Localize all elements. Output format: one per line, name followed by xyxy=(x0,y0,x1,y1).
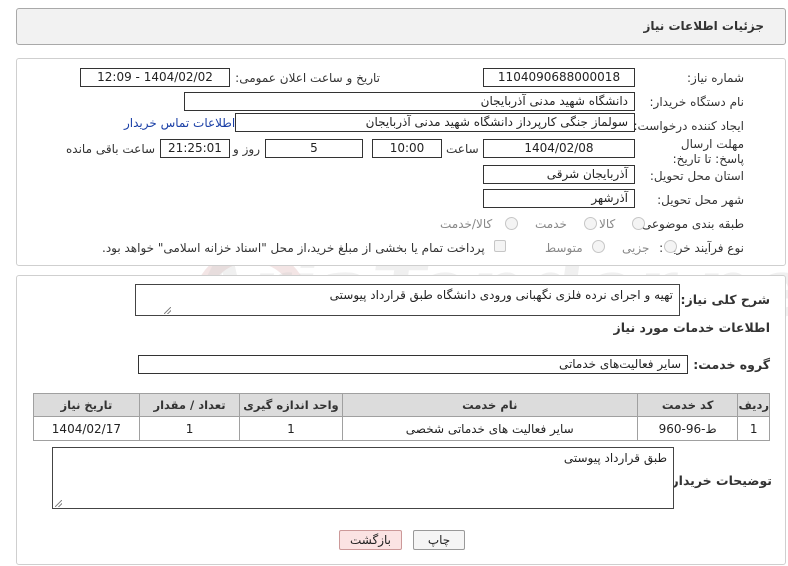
province-field: آذربایجان شرقی xyxy=(483,165,635,184)
deadline-label: مهلت ارسال پاسخ: تا تاریخ: xyxy=(672,137,744,166)
col-quantity: تعداد / مقدار xyxy=(138,393,241,417)
treasury-payment-note: پرداخت تمام یا بخشی از مبلغ خرید،از محل … xyxy=(102,241,485,255)
category-label: طبقه بندی موضوعی: xyxy=(637,217,744,231)
buyer-org-field: دانشگاه شهید مدنی آذربایجان xyxy=(184,92,635,111)
buyer-notes-resize-grip[interactable] xyxy=(55,500,62,507)
cell-unit: 1 xyxy=(239,416,343,441)
process-minor-radio[interactable] xyxy=(664,240,677,253)
buyer-org-label: نام دستگاه خریدار: xyxy=(649,95,745,109)
table-row: 1 ط-96-960 سایر فعالیت های خدماتی شخصی 1… xyxy=(33,416,770,441)
summary-text: تهیه و اجرای نرده فلزی نگهبانی ورودی دان… xyxy=(329,288,673,302)
col-service-code: کد خدمت xyxy=(636,393,739,417)
cell-quantity: 1 xyxy=(138,416,241,441)
province-label: استان محل تحویل: xyxy=(649,169,744,183)
deadline-time-field: 10:00 xyxy=(372,139,442,158)
col-need-date: تاریخ نیاز xyxy=(33,393,140,417)
deadline-time-label: ساعت xyxy=(446,142,479,156)
summary-resize-grip[interactable] xyxy=(164,307,171,314)
deadline-date-field: 1404/02/08 xyxy=(483,139,635,158)
col-row-number: ردیف xyxy=(737,393,770,417)
cell-need-date: 1404/02/17 xyxy=(33,416,140,441)
city-label: شهر محل تحویل: xyxy=(657,193,744,207)
announce-date-label: تاریخ و ساعت اعلان عمومی: xyxy=(235,71,380,85)
buyer-notes-label: توضیحات خریدار: xyxy=(666,473,772,488)
cell-row-number: 1 xyxy=(737,416,770,441)
process-medium-radio[interactable] xyxy=(592,240,605,253)
back-button[interactable]: بازگشت xyxy=(339,530,402,550)
summary-label: شرح کلی نیاز: xyxy=(680,292,770,307)
process-minor-label: جزیی xyxy=(622,241,650,255)
creator-field: سولماز جنگی کارپرداز دانشگاه شهید مدنی آ… xyxy=(235,113,635,132)
buyer-contact-link[interactable]: اطلاعات تماس خریدار xyxy=(124,116,235,130)
remaining-time-label: ساعت باقی مانده xyxy=(66,142,156,156)
cell-service-code: ط-96-960 xyxy=(636,416,739,441)
service-group-label: گروه خدمت: xyxy=(693,357,770,372)
announce-date-field: 1404/02/02 - 12:09 xyxy=(80,68,230,87)
services-table: ردیف کد خدمت نام خدمت واحد اندازه گیری ت… xyxy=(33,393,770,441)
services-table-header: ردیف کد خدمت نام خدمت واحد اندازه گیری ت… xyxy=(33,393,770,417)
category-goods-label: کالا xyxy=(599,217,616,231)
category-goods-service-label: کالا/خدمت xyxy=(440,217,493,231)
need-number-label: شماره نیاز: xyxy=(687,71,744,85)
cell-service-name: سایر فعالیت های خدماتی شخصی xyxy=(341,416,638,441)
col-service-name: نام خدمت xyxy=(341,393,638,417)
days-field: 5 xyxy=(265,139,363,158)
remaining-time-field: 21:25:01 xyxy=(160,139,230,158)
treasury-payment-checkbox[interactable] xyxy=(494,240,506,252)
days-label: روز و xyxy=(233,142,260,156)
category-service-label: خدمت xyxy=(535,217,567,231)
creator-label: ایجاد کننده درخواست: xyxy=(633,119,744,133)
category-goods-radio[interactable] xyxy=(632,217,645,230)
service-group-field: سایر فعالیت‌های خدماتی xyxy=(138,355,688,374)
need-number-field: 1104090688000018 xyxy=(483,68,635,87)
buyer-notes-textarea: طبق قرارداد پیوستی xyxy=(52,447,674,509)
page-title: جزئیات اطلاعات نیاز xyxy=(643,19,764,33)
process-medium-label: متوسط xyxy=(545,241,583,255)
city-field: آذرشهر xyxy=(483,189,635,208)
category-service-radio[interactable] xyxy=(584,217,597,230)
category-goods-service-radio[interactable] xyxy=(505,217,518,230)
col-unit: واحد اندازه گیری xyxy=(239,393,343,417)
buyer-notes-text: طبق قرارداد پیوستی xyxy=(563,451,667,465)
services-section-title: اطلاعات خدمات مورد نیاز xyxy=(613,320,771,335)
print-button[interactable]: چاپ xyxy=(413,530,465,550)
summary-textarea: تهیه و اجرای نرده فلزی نگهبانی ورودی دان… xyxy=(135,284,680,316)
